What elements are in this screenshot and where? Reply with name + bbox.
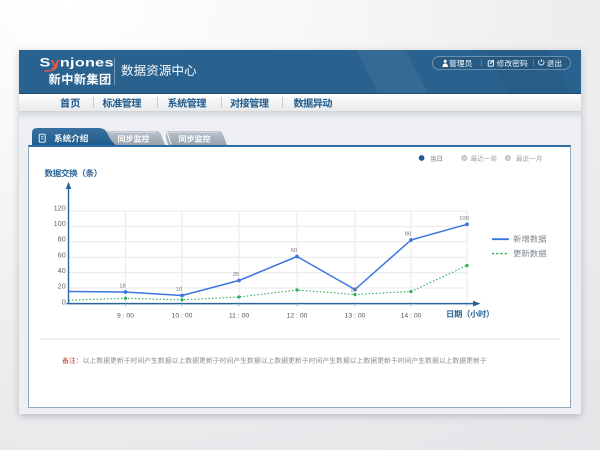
svg-text:20: 20 [58,282,66,291]
svg-text:11 : 00: 11 : 00 [229,312,250,319]
svg-text:60: 60 [291,248,297,254]
svg-text:14 : 00: 14 : 00 [401,312,422,319]
svg-text:40: 40 [58,266,66,275]
svg-text:35: 35 [233,272,239,278]
svg-text:100: 100 [459,216,469,222]
svg-text:Synjones: Synjones [40,56,114,70]
svg-text:120: 120 [54,203,66,212]
svg-text:10 : 00: 10 : 00 [172,312,193,319]
svg-text:9 : 00: 9 : 00 [117,312,134,319]
svg-text:80: 80 [405,232,411,238]
svg-text:10: 10 [350,288,356,294]
svg-text:10: 10 [176,287,182,293]
svg-text:0: 0 [62,297,66,306]
svg-text:13 : 00: 13 : 00 [345,312,366,319]
svg-text:80: 80 [58,235,66,244]
svg-text:100: 100 [54,219,66,228]
svg-text:60: 60 [58,250,66,259]
svg-text:12 : 00: 12 : 00 [287,312,308,319]
svg-text:18: 18 [119,284,125,290]
